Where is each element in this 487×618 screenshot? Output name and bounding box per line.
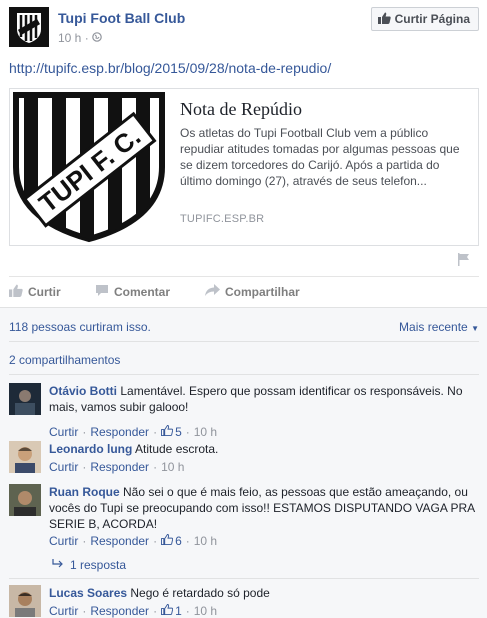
divider — [9, 374, 479, 375]
comment-meta: Curtir · Responder · 1 · 10 h — [49, 603, 218, 618]
comment-meta: Curtir · Responder · 6 · 10 h — [49, 533, 218, 548]
comment-body: Otávio Botti Lamentável. Espero que poss… — [49, 383, 479, 415]
comment-meta: Curtir · Responder · 10 h — [49, 460, 185, 474]
likes-summary[interactable]: 118 pessoas curtiram isso. — [9, 320, 151, 334]
like-page-label: Curtir Página — [394, 12, 470, 26]
comment-like-link[interactable]: Curtir — [49, 425, 78, 439]
comment-reply-link[interactable]: Responder — [90, 425, 149, 439]
like-label: Curtir — [28, 285, 61, 299]
post-header: Tupi Foot Ball Club 10 h · Curtir Página — [9, 7, 479, 49]
avatar[interactable] — [9, 383, 41, 415]
comment-like-link[interactable]: Curtir — [49, 534, 78, 548]
likes-summary-text: 118 pessoas curtiram isso. — [9, 320, 151, 334]
comment-like-count[interactable]: 5 — [161, 424, 182, 439]
divider — [9, 276, 479, 277]
caret-down-icon: ▼ — [471, 324, 479, 333]
comment-reply-link[interactable]: Responder — [90, 604, 149, 618]
comment-author[interactable]: Otávio Botti — [49, 384, 117, 398]
comments-section: 118 pessoas curtiram isso. Mais recente … — [0, 307, 487, 618]
comment-reply-link[interactable]: Responder — [90, 534, 149, 548]
card-title[interactable]: Nota de Repúdio — [180, 99, 302, 120]
comment-button[interactable]: Comentar — [95, 284, 170, 300]
comment-label: Comentar — [114, 285, 171, 299]
card-domain: TUPIFC.ESP.BR — [180, 213, 265, 225]
comment-text: Nego é retardado só pode — [130, 586, 270, 600]
sort-dropdown[interactable]: Mais recente ▼ — [399, 320, 479, 334]
shares-link[interactable]: 2 compartilhamentos — [9, 353, 120, 367]
comment-time[interactable]: 10 h — [194, 425, 217, 439]
comment-body: Leonardo lung Atitude escrota. — [49, 441, 479, 457]
tupi-shield-icon — [9, 7, 49, 47]
comment-text: Atitude escrota. — [135, 442, 219, 456]
page-name-link[interactable]: Tupi Foot Ball Club — [58, 10, 185, 26]
comment-body: Lucas Soares Nego é retardado só pode — [49, 585, 479, 601]
card-description: Os atletas do Tupi Football Club vem a p… — [180, 126, 460, 188]
tupi-logo-image: TUPI F. C. — [10, 89, 168, 245]
sort-label: Mais recente — [399, 320, 468, 334]
thumbs-up-outline-icon — [161, 603, 174, 618]
page-avatar[interactable] — [9, 7, 49, 47]
avatar[interactable] — [9, 441, 41, 473]
comment-like-count[interactable]: 1 — [161, 603, 182, 618]
comment-reply-link[interactable]: Responder — [90, 460, 149, 474]
view-replies-link[interactable]: 1 resposta — [52, 558, 126, 572]
comment-author[interactable]: Leonardo lung — [49, 442, 132, 456]
post-time[interactable]: 10 h — [58, 31, 81, 45]
comment-body: Ruan Roque Não sei o que é mais feio, as… — [49, 484, 479, 532]
share-arrow-icon — [205, 284, 220, 300]
comment-like-link[interactable]: Curtir — [49, 604, 78, 618]
comment-like-link[interactable]: Curtir — [49, 460, 78, 474]
comment-time[interactable]: 10 h — [161, 460, 184, 474]
comment-time[interactable]: 10 h — [194, 534, 217, 548]
comment-time[interactable]: 10 h — [194, 604, 217, 618]
share-label: Compartilhar — [225, 285, 300, 299]
post-link-url[interactable]: http://tupifc.esp.br/blog/2015/09/28/not… — [9, 60, 331, 76]
thumbs-up-icon — [377, 12, 391, 27]
replies-count: 1 resposta — [70, 558, 127, 572]
like-button[interactable]: Curtir — [9, 284, 61, 300]
comment-like-count[interactable]: 6 — [161, 533, 182, 548]
globe-icon — [92, 31, 102, 45]
comment-icon — [95, 284, 109, 300]
thumbs-up-icon — [9, 284, 23, 300]
avatar[interactable] — [9, 484, 41, 516]
thumbs-up-outline-icon — [161, 424, 174, 439]
reply-arrow-icon — [52, 558, 64, 572]
link-preview-card[interactable]: TUPI F. C. Nota de Repúdio Os atletas do… — [9, 88, 479, 246]
flag-icon[interactable] — [457, 253, 470, 269]
share-button[interactable]: Compartilhar — [205, 284, 300, 300]
comment-meta: Curtir · Responder · 5 · 10 h — [49, 424, 218, 439]
post-meta: 10 h · — [58, 31, 102, 45]
comment-author[interactable]: Ruan Roque — [49, 485, 120, 499]
post-actions: Curtir Comentar Compartilhar — [9, 284, 479, 300]
avatar[interactable] — [9, 585, 41, 617]
thumbs-up-outline-icon — [161, 533, 174, 548]
comment-author[interactable]: Lucas Soares — [49, 586, 127, 600]
divider — [9, 578, 479, 579]
like-page-button[interactable]: Curtir Página — [370, 7, 479, 31]
divider — [9, 341, 479, 342]
